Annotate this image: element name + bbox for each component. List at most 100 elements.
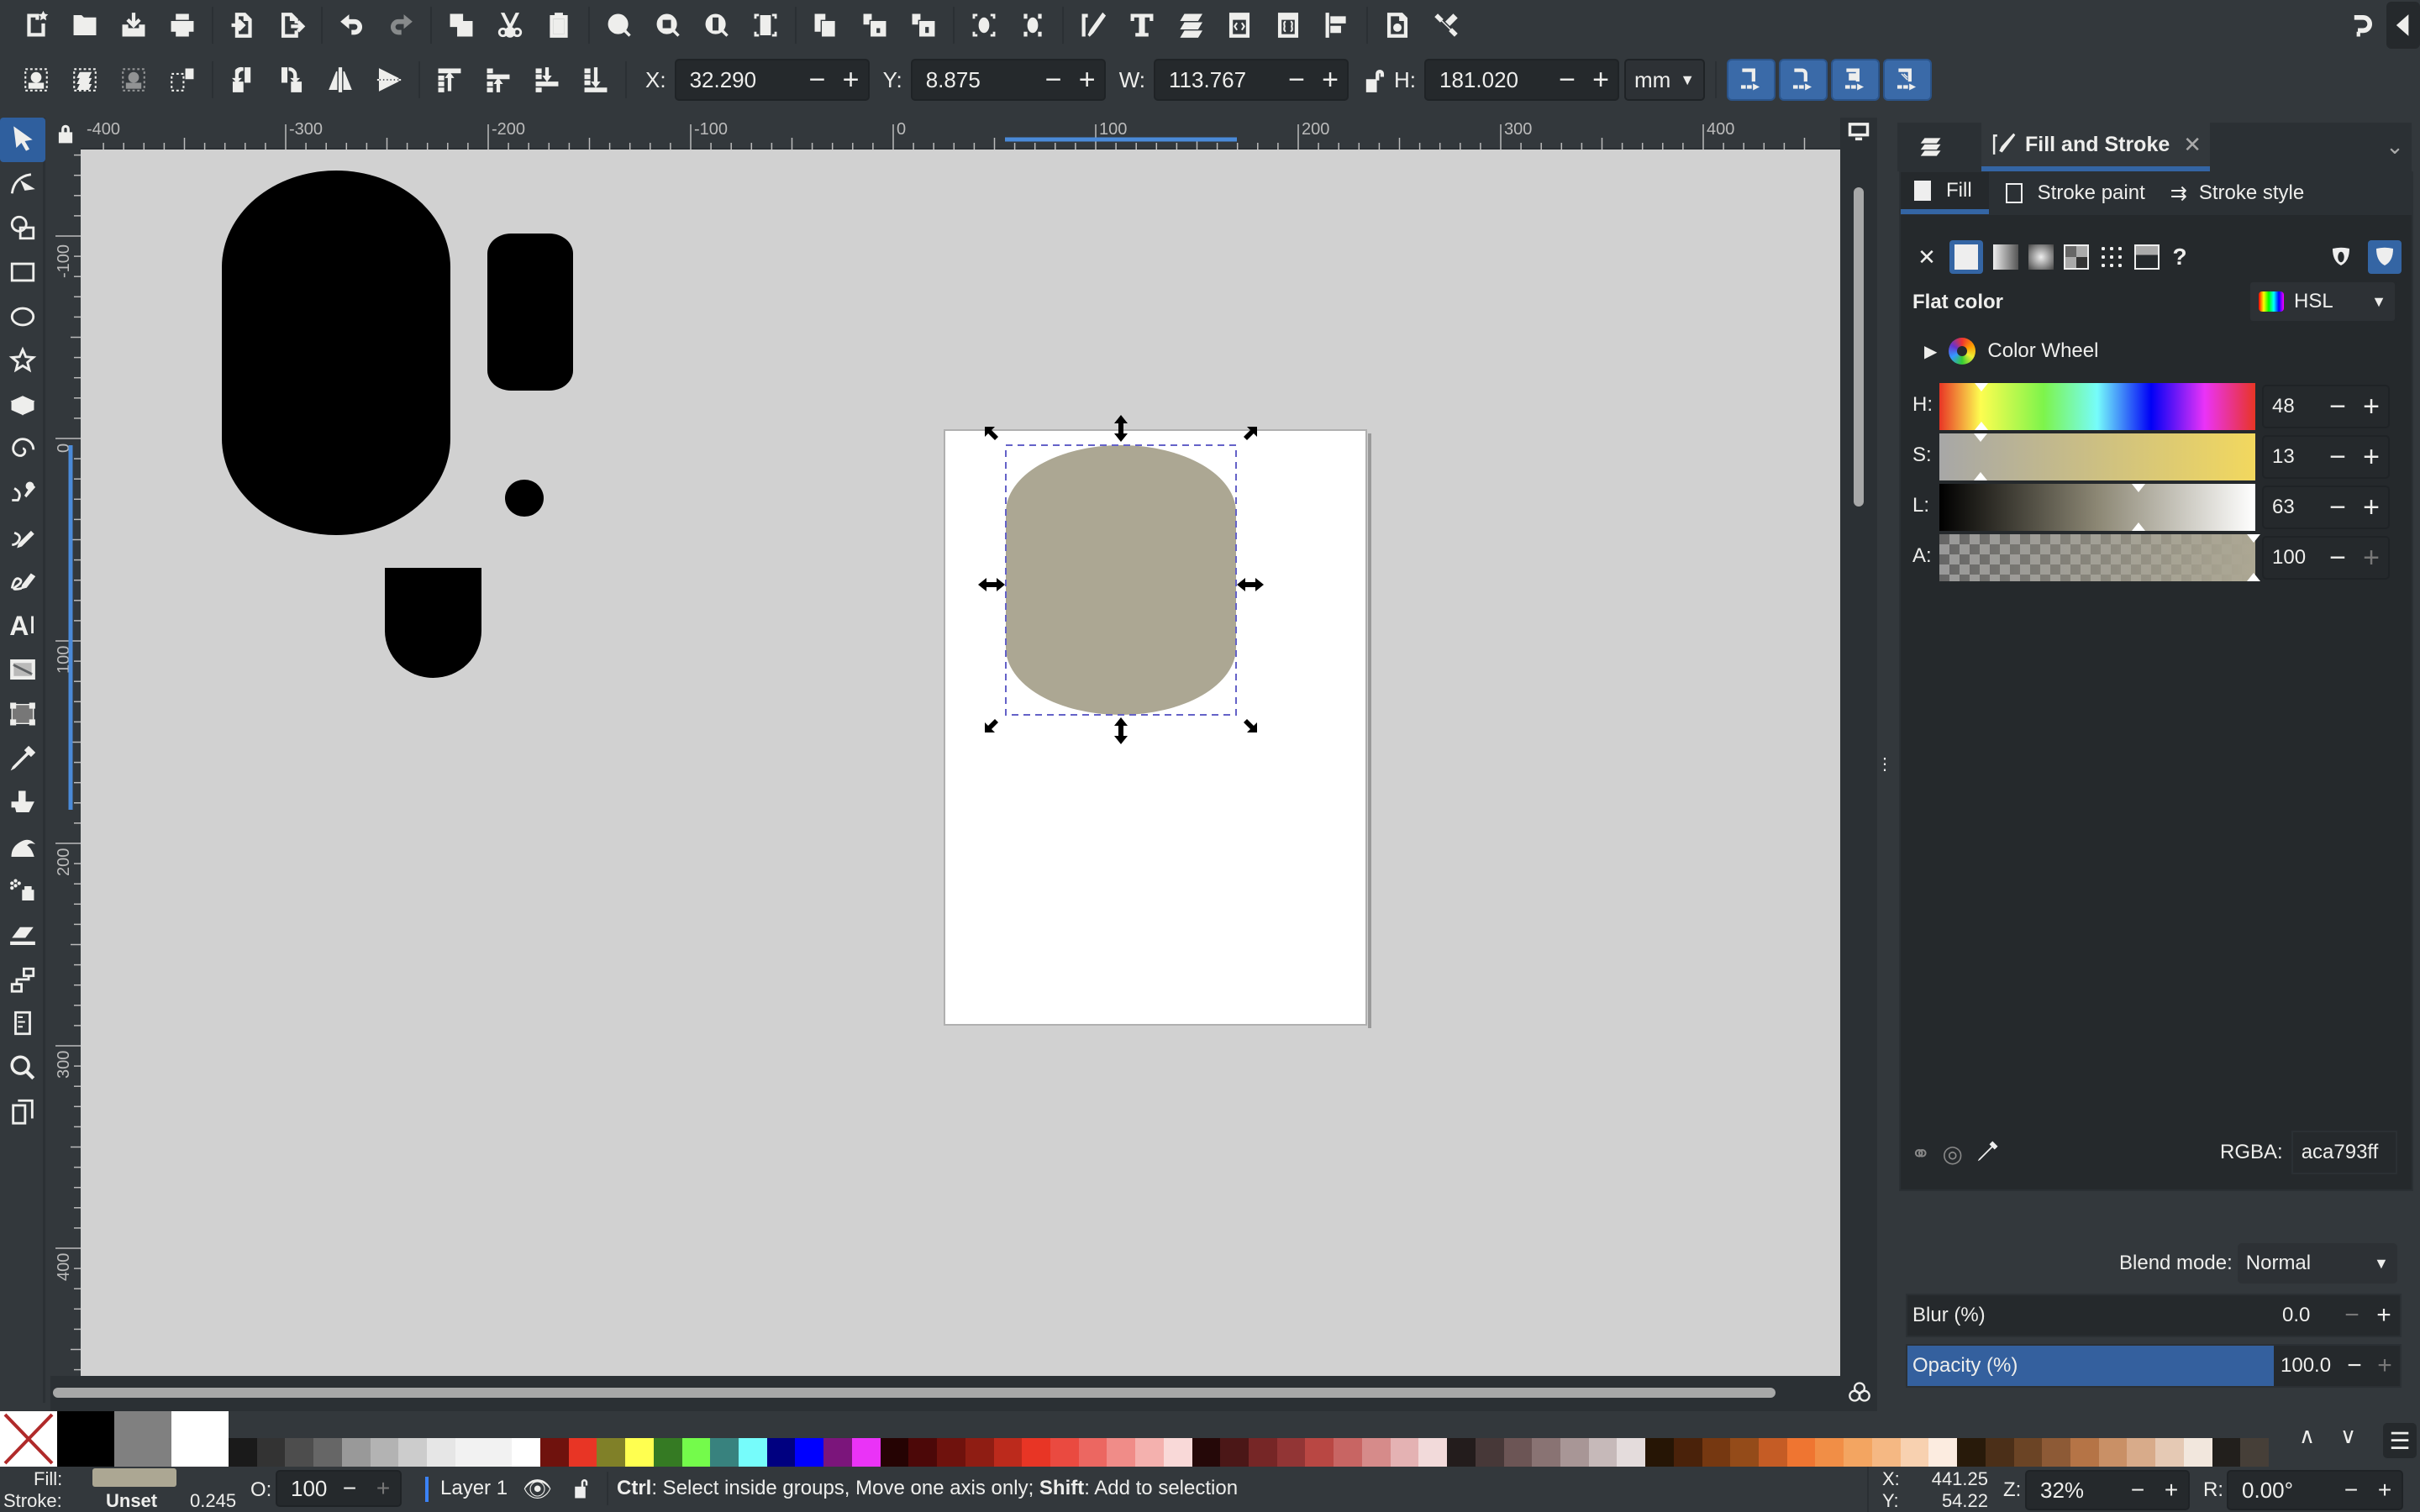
palette-swatch[interactable] <box>455 1438 484 1467</box>
palette-swatch[interactable] <box>1220 1438 1249 1467</box>
opacity-slider[interactable]: Opacity (%) 100.0 − + <box>1906 1344 2402 1388</box>
rectangle-tool-icon[interactable] <box>0 250 45 295</box>
palette-swatch[interactable] <box>823 1438 853 1467</box>
palette-swatch[interactable] <box>398 1438 428 1467</box>
palette-swatch[interactable] <box>1730 1438 1760 1467</box>
slider-value-s[interactable]: 13− + <box>2262 435 2390 479</box>
w-increment-button[interactable]: + <box>1313 64 1347 97</box>
slider-marker[interactable] <box>1975 383 1988 391</box>
zoom-page-icon[interactable] <box>692 2 741 49</box>
palette-swatch[interactable] <box>795 1438 824 1467</box>
w-value[interactable]: 113.767 <box>1155 67 1280 93</box>
palette-swatch[interactable] <box>285 1438 314 1467</box>
zoom-value[interactable]: 32% <box>2027 1478 2121 1504</box>
h-decrement-button[interactable]: − <box>1550 64 1584 97</box>
unlink-clone-icon[interactable] <box>899 2 948 49</box>
panel-resize-handle[interactable]: ⋮ <box>1876 118 1893 1411</box>
export-icon[interactable] <box>267 2 316 49</box>
vertical-ruler[interactable]: -100 0 100 200 300 400 <box>49 150 81 1376</box>
palette-swatch[interactable] <box>1192 1438 1221 1467</box>
zoom-in-button[interactable]: + <box>2154 1477 2188 1504</box>
stroke-indicator[interactable]: Unset <box>106 1490 157 1512</box>
palette-swatch[interactable] <box>2240 1438 2270 1467</box>
palette-swatch[interactable] <box>229 1438 258 1467</box>
rotate-ccw-button[interactable]: − <box>2334 1477 2368 1504</box>
w-decrement-button[interactable]: − <box>1280 64 1313 97</box>
dropper-tool-icon[interactable] <box>0 736 45 780</box>
layers-tab[interactable] <box>1918 128 1960 166</box>
selector-tool-icon[interactable] <box>0 118 45 162</box>
canvas[interactable] <box>81 150 1840 1376</box>
horizontal-ruler[interactable]: -400 -300 -200 -100 0 100 200 300 400 <box>50 118 1840 150</box>
slider-marker[interactable] <box>2247 534 2260 543</box>
shape-dot[interactable] <box>505 480 544 517</box>
rotate-cw-icon[interactable] <box>267 55 316 105</box>
slider-marker[interactable] <box>2131 522 2145 531</box>
node-tool-icon[interactable] <box>0 162 45 207</box>
lower-icon[interactable] <box>523 55 571 105</box>
zoom-spin[interactable]: 32% − + <box>2025 1470 2190 1510</box>
opacity-increment-button[interactable]: + <box>366 1475 400 1502</box>
palette-swatch[interactable] <box>625 1438 655 1467</box>
h-field[interactable]: 181.020 − + <box>1424 59 1620 101</box>
palette-menu-button[interactable]: ☰ <box>2383 1423 2417 1458</box>
rotate-cw-button[interactable]: + <box>2368 1477 2402 1504</box>
palette-swatch[interactable] <box>597 1438 626 1467</box>
redo-icon[interactable] <box>376 2 425 49</box>
slider-marker[interactable] <box>1973 433 1987 442</box>
palette-swatch[interactable] <box>1447 1438 1476 1467</box>
palette-swatch[interactable] <box>1702 1438 1731 1467</box>
unlock-icon[interactable] <box>570 1473 595 1508</box>
palette-swatch[interactable] <box>1985 1438 2014 1467</box>
slider-marker[interactable] <box>1975 422 1988 430</box>
palette-swatch[interactable] <box>1135 1438 1165 1467</box>
zoom-page-width-icon[interactable] <box>741 2 790 49</box>
palette-swatch[interactable] <box>1588 1438 1618 1467</box>
palette-swatch[interactable] <box>2098 1438 2128 1467</box>
palette-swatch[interactable] <box>2155 1438 2185 1467</box>
shape-small-rect[interactable] <box>487 234 573 391</box>
document-properties-icon[interactable] <box>1373 2 1422 49</box>
palette-swatch[interactable] <box>965 1438 994 1467</box>
xml-editor-icon[interactable] <box>1215 2 1264 49</box>
scale-stroke-toggle[interactable] <box>1727 59 1776 101</box>
ellipse-tool-icon[interactable] <box>0 294 45 339</box>
rotation-spin[interactable]: 0.00° − + <box>2227 1470 2403 1510</box>
mesh-gradient-button[interactable] <box>2064 244 2089 270</box>
raise-icon[interactable] <box>474 55 523 105</box>
palette-swatch[interactable] <box>1107 1438 1136 1467</box>
transform-patterns-toggle[interactable] <box>1883 59 1933 101</box>
layers-icon[interactable] <box>1166 2 1215 49</box>
swatch-none[interactable] <box>0 1411 57 1467</box>
paint-bucket-tool-icon[interactable] <box>0 780 45 825</box>
eyedropper-icon[interactable] <box>1975 1139 2000 1168</box>
palette-swatch[interactable] <box>681 1438 711 1467</box>
bezier-tool-icon[interactable] <box>0 471 45 516</box>
palette-swatch[interactable] <box>993 1438 1023 1467</box>
palette-swatch[interactable] <box>1759 1438 1788 1467</box>
slider-track-l[interactable] <box>1939 484 2255 531</box>
palette-swatch[interactable] <box>937 1438 966 1467</box>
y-increment-button[interactable]: + <box>1071 64 1104 97</box>
opacity-value[interactable]: 100.0 <box>2272 1354 2339 1378</box>
vertical-scrollbar-thumb[interactable] <box>1854 187 1864 507</box>
palette-swatch[interactable] <box>2212 1438 2241 1467</box>
palette-scroll-down-icon[interactable]: ∨ <box>2340 1423 2356 1449</box>
zoom-tool-icon[interactable] <box>0 1045 45 1089</box>
slider-value[interactable]: 100 <box>2264 546 2321 570</box>
undo-icon[interactable] <box>328 2 376 49</box>
palette-swatch[interactable] <box>766 1438 796 1467</box>
palette-swatch[interactable] <box>1390 1438 1419 1467</box>
palette-swatch[interactable] <box>1844 1438 1873 1467</box>
palette-swatch[interactable] <box>2070 1438 2100 1467</box>
decrement-button[interactable]: − <box>2321 391 2354 423</box>
import-icon[interactable] <box>218 2 267 49</box>
palette-swatch[interactable] <box>1503 1438 1533 1467</box>
palette-swatch[interactable] <box>1786 1438 1816 1467</box>
h-value[interactable]: 181.020 <box>1426 67 1550 93</box>
opacity-spin[interactable]: 100 − + <box>276 1470 402 1507</box>
palette-swatch[interactable] <box>710 1438 739 1467</box>
slider-value-a[interactable]: 100− + <box>2262 536 2390 580</box>
color-wheel-expander[interactable]: ▶ Color Wheel <box>1924 338 2098 365</box>
palette-swatch[interactable] <box>57 1411 114 1467</box>
